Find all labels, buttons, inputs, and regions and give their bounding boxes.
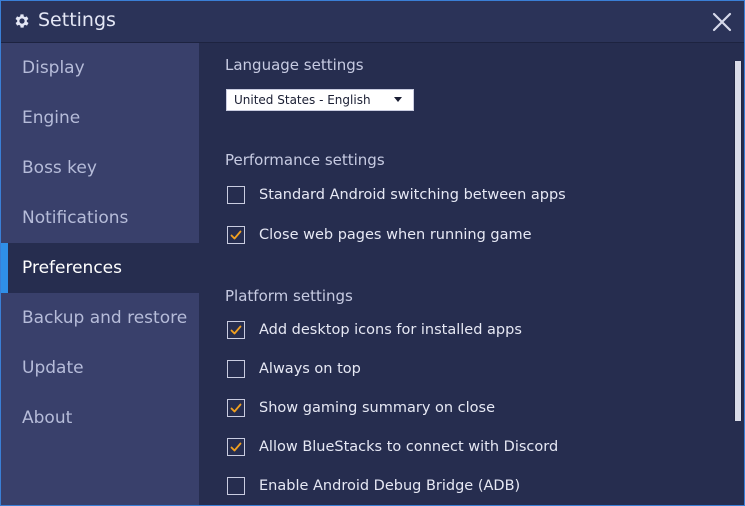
language-select-value: United States - English [234,93,371,107]
sidebar-item-label: Engine [22,108,81,128]
settings-window: Settings Display Engine Boss key Notific… [0,0,745,506]
sidebar-item-boss-key[interactable]: Boss key [1,143,199,193]
sidebar: Display Engine Boss key Notifications Pr… [1,43,199,505]
preferences-panel: Language settings United States - Englis… [199,43,744,505]
sidebar-item-label: Display [22,58,85,78]
performance-settings-heading: Performance settings [225,151,385,169]
checkbox[interactable] [227,438,245,456]
checkbox[interactable] [227,186,245,204]
option-label: Allow BlueStacks to connect with Discord [259,439,559,455]
option-close-web-pages[interactable]: Close web pages when running game [227,225,532,245]
checkbox[interactable] [227,360,245,378]
sidebar-item-label: Boss key [22,158,97,178]
chevron-down-icon [394,97,402,102]
option-always-on-top[interactable]: Always on top [227,359,361,379]
sidebar-item-preferences[interactable]: Preferences [1,243,199,293]
option-standard-android-switching[interactable]: Standard Android switching between apps [227,185,566,205]
sidebar-item-label: Update [22,358,84,378]
platform-settings-heading: Platform settings [225,287,353,305]
option-show-gaming-summary[interactable]: Show gaming summary on close [227,398,495,418]
scrollbar-thumb[interactable] [735,61,741,421]
option-add-desktop-icons[interactable]: Add desktop icons for installed apps [227,320,522,340]
checkbox[interactable] [227,477,245,495]
option-label: Add desktop icons for installed apps [259,322,522,338]
checkbox[interactable] [227,321,245,339]
option-connect-discord[interactable]: Allow BlueStacks to connect with Discord [227,437,558,457]
option-enable-adb[interactable]: Enable Android Debug Bridge (ADB) [227,476,520,496]
vertical-scrollbar[interactable] [734,61,742,421]
gear-icon [15,14,29,28]
checkmark-icon [230,403,242,413]
sidebar-item-update[interactable]: Update [1,343,199,393]
checkbox[interactable] [227,226,245,244]
language-settings-heading: Language settings [225,56,364,74]
sidebar-item-label: About [22,408,73,428]
language-select[interactable]: United States - English [226,89,414,111]
title-bar: Settings [1,1,744,43]
option-label: Enable Android Debug Bridge (ADB) [259,478,521,494]
checkmark-icon [230,325,242,335]
close-icon[interactable] [711,11,733,33]
option-label: Standard Android switching between apps [259,187,566,203]
sidebar-item-engine[interactable]: Engine [1,93,199,143]
sidebar-item-label: Preferences [22,258,122,278]
option-label: Show gaming summary on close [259,400,496,416]
sidebar-item-label: Backup and restore [22,308,188,328]
sidebar-item-label: Notifications [22,208,129,228]
checkbox[interactable] [227,399,245,417]
option-label: Close web pages when running game [259,227,532,243]
option-label: Always on top [259,361,361,377]
sidebar-item-display[interactable]: Display [1,43,199,93]
checkmark-icon [230,442,242,452]
window-title: Settings [38,9,116,31]
checkmark-icon [230,230,242,240]
sidebar-item-about[interactable]: About [1,393,199,443]
sidebar-item-notifications[interactable]: Notifications [1,193,199,243]
sidebar-item-backup-and-restore[interactable]: Backup and restore [1,293,199,343]
